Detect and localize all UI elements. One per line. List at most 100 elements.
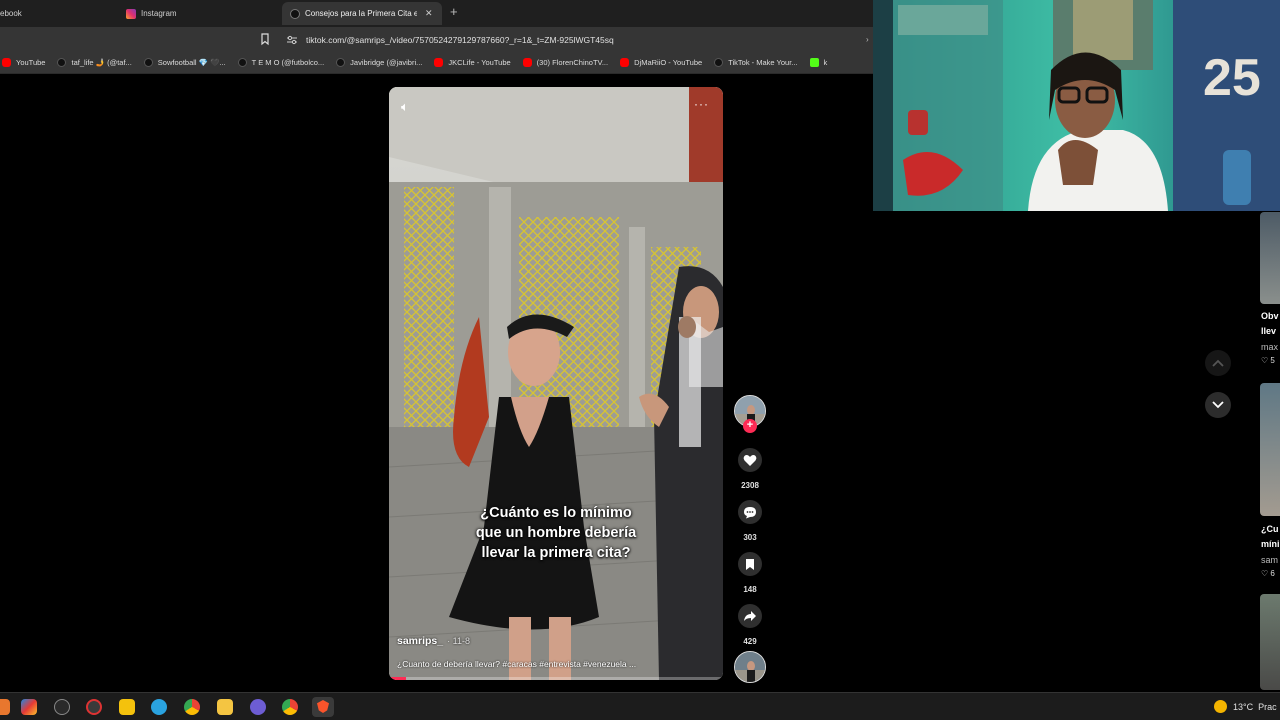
bookmark-item[interactable]: (30) FlorenChinoTV...	[522, 58, 609, 67]
bookmark-label: Sowfootball 💎 🖤...	[157, 58, 226, 67]
bookmark-label: taf_life 🤳 (@taf...	[71, 58, 132, 67]
kick-icon	[809, 58, 819, 67]
bookmark-item[interactable]: Sowfootball 💎 🖤...	[143, 58, 226, 67]
bookmark-icon	[746, 558, 754, 570]
caption-line: ¿Cuánto es lo mínimo	[480, 505, 632, 521]
windows-taskbar: 13°C Prac	[0, 692, 1280, 720]
bookmarks-bar: YouTube taf_life 🤳 (@taf... Sowfootball 💎 …	[0, 52, 873, 74]
bookmark-item[interactable]: TikTok - Make Your...	[714, 58, 798, 67]
webcam-feed-image: 25	[873, 0, 1280, 211]
tab-label: ebook	[0, 9, 22, 18]
related-video-thumbnail[interactable]	[1260, 383, 1280, 516]
comment-button[interactable]	[738, 500, 762, 524]
post-date: · 11-8	[447, 636, 470, 646]
record-icon[interactable]	[86, 699, 102, 715]
address-bar[interactable]: tiktok.com/@samrips_/video/7570524279129…	[282, 31, 872, 49]
chrome-icon[interactable]	[282, 699, 298, 715]
youtube-icon	[522, 58, 532, 67]
tab-facebook[interactable]: ebook	[0, 2, 110, 25]
brave-active-icon[interactable]	[312, 697, 334, 717]
tab-instagram[interactable]: Instagram	[118, 2, 278, 25]
copilot-icon[interactable]	[21, 699, 37, 715]
youtube-icon	[2, 58, 11, 67]
video-description[interactable]: ¿Cuanto de debería llevar? #caracas #ent…	[397, 659, 717, 669]
bookmark-item[interactable]: DjMaRiiO - YouTube	[620, 58, 702, 67]
chevron-up-icon	[1212, 359, 1224, 367]
weather-icon	[1214, 700, 1227, 713]
bookmark-label: T E M O (@futbolco...	[251, 58, 325, 67]
telegram-icon[interactable]	[151, 699, 167, 715]
caption-line: llevar la primera cita?	[481, 545, 631, 561]
related-video-title[interactable]: ¿Cu	[1261, 524, 1280, 534]
more-options-icon[interactable]: ···	[694, 97, 709, 111]
caption-line: que un hombre debería	[475, 525, 637, 541]
save-button[interactable]	[738, 552, 762, 576]
like-button[interactable]	[738, 448, 762, 472]
webcam-overlay: 25	[873, 0, 1280, 211]
youtube-icon	[620, 58, 630, 67]
sound-disc-icon[interactable]	[734, 651, 766, 683]
heart-icon	[743, 454, 757, 466]
bookmark-label: (30) FlorenChinoTV...	[536, 58, 609, 67]
bookmark-item[interactable]: k	[809, 58, 828, 67]
previous-video-button[interactable]	[1205, 350, 1231, 376]
notes-icon[interactable]	[119, 699, 135, 715]
save-count: 148	[743, 585, 757, 594]
related-video-title[interactable]: míni	[1261, 539, 1280, 549]
related-video-thumbnail[interactable]	[1260, 212, 1280, 304]
discord-icon[interactable]	[250, 699, 266, 715]
weather-temp: 13°C	[1233, 701, 1254, 712]
tiktok-icon	[143, 58, 153, 67]
video-progress-fill	[389, 677, 406, 680]
related-video-likes: ♡ 6	[1261, 569, 1275, 578]
share-button[interactable]	[738, 604, 762, 628]
navigation-bar: tiktok.com/@samrips_/video/7570524279129…	[0, 27, 873, 52]
bookmark-label: DjMaRiiO - YouTube	[634, 58, 703, 67]
folder-icon[interactable]	[217, 699, 233, 715]
related-video-user[interactable]: max	[1261, 342, 1280, 352]
bookmark-item[interactable]: T E M O (@futbolco...	[237, 58, 325, 67]
video-player[interactable]: 🔈︎ ··· ¿Cuánto es lo mínimo que un hombr…	[389, 87, 723, 680]
bookmark-item[interactable]: Javibridge (@javibri...	[336, 58, 422, 67]
video-progress-bar[interactable]	[389, 677, 723, 680]
share-arrow-icon	[744, 611, 756, 621]
author-name[interactable]: samrips_	[397, 635, 443, 647]
site-settings-icon[interactable]	[286, 35, 298, 45]
related-video-thumbnail[interactable]	[1260, 594, 1280, 690]
chrome-icon[interactable]	[184, 699, 200, 715]
url-text: tiktok.com/@samrips_/video/7570524279129…	[306, 35, 614, 45]
tiktok-icon	[336, 58, 346, 67]
speaker-icon[interactable]: 🔈︎	[401, 99, 409, 115]
tab-label: Consejos para la Primera Cita en	[305, 9, 417, 18]
start-icon[interactable]	[0, 699, 10, 715]
new-tab-button[interactable]: +	[450, 4, 458, 19]
obs-icon[interactable]	[54, 699, 70, 715]
tab-bar: ebook Instagram Consejos para la Primera…	[0, 0, 873, 27]
related-video-likes: ♡ 5	[1261, 356, 1275, 365]
tab-tiktok-active[interactable]: Consejos para la Primera Cita en ✕	[282, 2, 442, 25]
related-video-title[interactable]: llev	[1261, 326, 1280, 336]
video-author[interactable]: samrips_ · 11-8	[397, 635, 470, 647]
bookmark-label: JKCLife - YouTube	[448, 58, 511, 67]
instagram-icon	[126, 8, 136, 19]
related-video-title[interactable]: Obv	[1261, 311, 1280, 321]
bookmark-label: TikTok - Make Your...	[728, 58, 798, 67]
follow-button[interactable]: +	[743, 419, 757, 433]
weather-widget[interactable]: 13°C Prac	[1214, 700, 1277, 713]
bookmark-item[interactable]: YouTube	[2, 58, 45, 67]
close-tab-icon[interactable]: ✕	[425, 8, 433, 19]
bookmark-label: k	[823, 58, 828, 67]
comment-icon	[744, 506, 756, 518]
next-video-button[interactable]	[1205, 392, 1231, 418]
bookmark-icon[interactable]	[258, 32, 272, 46]
weather-text: Prac	[1258, 701, 1277, 712]
tiktok-icon	[290, 8, 300, 19]
tiktok-icon	[237, 58, 247, 67]
bookmark-item[interactable]: taf_life 🤳 (@taf...	[57, 58, 132, 67]
like-count: 2308	[741, 481, 759, 490]
bookmark-item[interactable]: JKCLife - YouTube	[434, 58, 511, 67]
related-video-user[interactable]: sam	[1261, 555, 1280, 565]
tiktok-icon	[57, 58, 67, 67]
bookmark-label: Javibridge (@javibri...	[350, 58, 423, 67]
chevron-right-icon[interactable]: ›	[866, 35, 869, 44]
